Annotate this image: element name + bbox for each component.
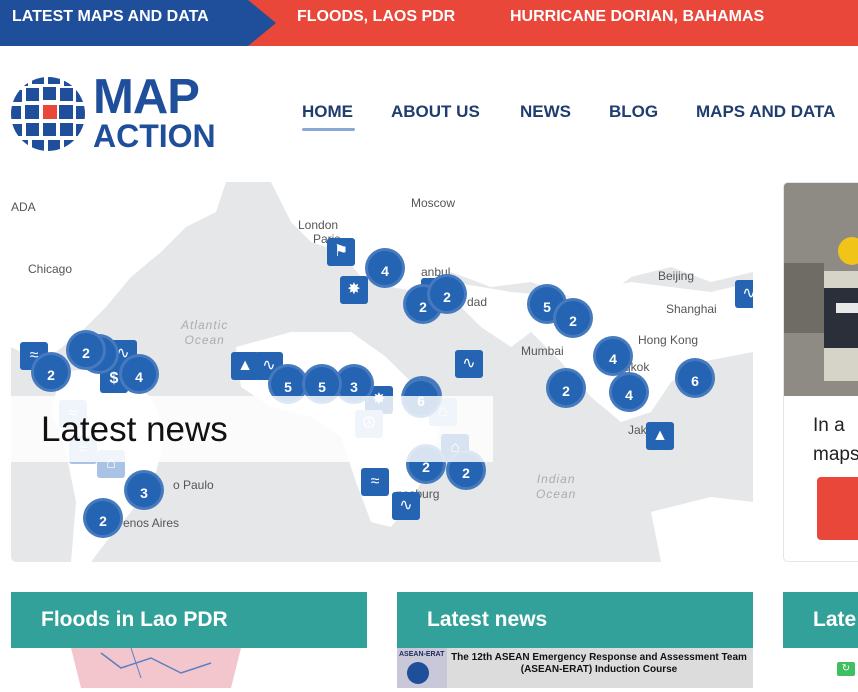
map-cluster[interactable]: 2 [66, 330, 106, 370]
map-cluster[interactable]: 2 [427, 274, 467, 314]
card-title[interactable]: Latest news [397, 592, 753, 648]
nav-item-news[interactable]: NEWS [520, 102, 571, 122]
card-news-image-caption: The 12th ASEAN Emergency Response and As… [451, 652, 747, 675]
map-label-chicago: Chicago [28, 262, 73, 276]
card-title[interactable]: Floods in Lao PDR [11, 592, 367, 648]
globe-logo-icon [11, 77, 85, 151]
mapaction-logo[interactable]: MAP ACTION [10, 70, 230, 156]
map-label-london: London [298, 218, 339, 232]
nav-active-indicator [302, 128, 355, 131]
nav-item-maps-and-data[interactable]: MAPS AND DATA [696, 102, 835, 122]
pin-population-movement-icon[interactable]: ⚑ [327, 238, 355, 266]
map-ocean-atlantic: Atlantic Ocean [181, 318, 228, 348]
map-ocean-atlantic-line1: Atlantic [181, 318, 229, 332]
map-cluster[interactable]: 2 [83, 498, 123, 538]
logo-text-action: ACTION [93, 118, 216, 154]
asean-erat-banner: ASEAN-ERAT [397, 648, 447, 688]
map-cluster[interactable]: 4 [609, 372, 649, 412]
asean-emblem-icon [407, 662, 429, 684]
nav-item-home[interactable]: HOME [302, 102, 353, 122]
logo-text-map: MAP [93, 70, 200, 124]
pin-flood-icon[interactable]: ≈ [361, 468, 389, 496]
map-ocean-indian: Indian Ocean [536, 472, 576, 502]
news-ticker: LATEST MAPS AND DATA FLOODS, LAOS PDR HU… [0, 0, 858, 46]
pin-cyclone-icon[interactable]: ∿ [392, 492, 420, 520]
ticker-item-hurricane-dorian[interactable]: HURRICANE DORIAN, BAHAMAS [510, 0, 764, 34]
latest-news-overlay-title: Latest news [41, 410, 228, 449]
map-label-moscow: Moscow [411, 196, 456, 210]
map-label-shanghai: Shanghai [666, 302, 717, 316]
map-label-sao-paulo: o Paulo [173, 478, 214, 492]
map-cluster[interactable]: 4 [365, 248, 405, 288]
lao-flood-map-thumbnail [11, 647, 367, 688]
featured-story-text-line2: maps [813, 444, 858, 465]
map-cluster[interactable]: 4 [593, 336, 633, 376]
map-label-canada: ADA [11, 200, 36, 214]
map-label-jakarta: Jak [628, 423, 647, 437]
ticker-arrow [248, 0, 276, 46]
ticker-item-floods-laos[interactable]: FLOODS, LAOS PDR [297, 0, 455, 34]
news-map[interactable]: ADA Chicago London Paris Moscow anbul da… [11, 182, 753, 562]
pin-cyclone-icon[interactable]: ∿ [455, 350, 483, 378]
map-ocean-indian-line2: Ocean [536, 487, 577, 501]
card-latest-news[interactable]: Latest news ASEAN-ERAT The 12th ASEAN Em… [397, 592, 753, 692]
featured-story-photo [784, 183, 858, 396]
map-cluster[interactable]: 2 [31, 352, 71, 392]
rescue-worker-image [784, 183, 858, 396]
featured-story-text: In a maps [813, 411, 858, 469]
map-cluster[interactable]: 2 [546, 368, 586, 408]
featured-story-button[interactable] [817, 477, 858, 540]
map-ocean-atlantic-line2: Ocean [184, 333, 225, 347]
map-cluster[interactable]: 2 [553, 298, 593, 338]
map-label-buenos-aires: enos Aires [123, 516, 180, 530]
pin-volcano-icon[interactable]: ▲ [646, 422, 674, 450]
map-cluster[interactable]: 4 [119, 354, 159, 394]
map-label-baghdad: dad [467, 295, 488, 309]
pin-cyclone-icon[interactable]: ∿ [735, 280, 753, 308]
map-cluster[interactable]: 6 [675, 358, 715, 398]
refresh-icon[interactable]: ↻ [837, 662, 855, 676]
map-cluster[interactable]: 3 [124, 470, 164, 510]
card-latest-partial[interactable]: Late ↻ [783, 592, 858, 692]
card-floods-lao[interactable]: Floods in Lao PDR [11, 592, 367, 692]
map-label-beijing: Beijing [658, 269, 695, 283]
map-label-mumbai: Mumbai [521, 344, 564, 358]
featured-story-text-line1: In a [813, 415, 845, 436]
card-title[interactable]: Late [783, 592, 858, 648]
latest-news-overlay[interactable]: Latest news [11, 396, 493, 462]
card-news-image: ASEAN-ERAT The 12th ASEAN Emergency Resp… [397, 648, 753, 688]
map-ocean-indian-line1: Indian [536, 472, 576, 486]
featured-story-card[interactable]: In a maps [783, 182, 858, 562]
nav-item-blog[interactable]: BLOG [609, 102, 658, 122]
ticker-label: LATEST MAPS AND DATA [0, 0, 248, 46]
card-floods-map-image [11, 647, 367, 688]
nav-item-about-us[interactable]: ABOUT US [391, 102, 480, 122]
map-label-hong-kong: Hong Kong [638, 333, 699, 347]
asean-erat-badge: ASEAN-ERAT [399, 651, 445, 658]
pin-explosion-icon[interactable]: ✸ [340, 276, 368, 304]
